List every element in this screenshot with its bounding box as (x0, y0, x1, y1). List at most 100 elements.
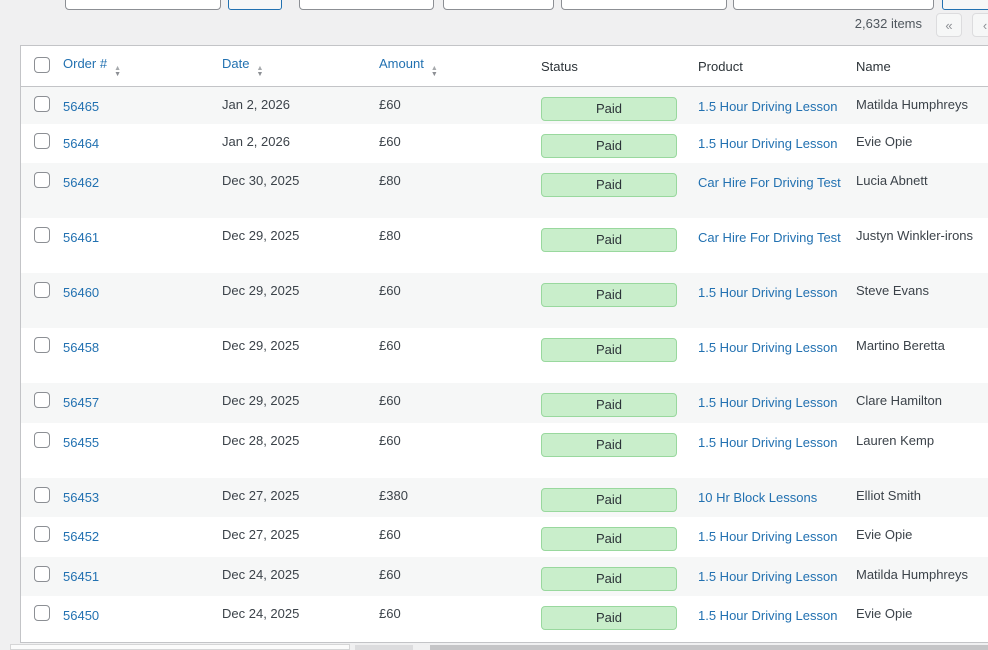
filter-control-4[interactable] (561, 0, 727, 10)
customer-name: Lauren Kemp (856, 432, 935, 448)
order-amount: £380 (379, 487, 408, 503)
cell-name: Matilda Humphreys (846, 87, 988, 124)
filter-control-5[interactable] (733, 0, 934, 10)
product-link[interactable]: 1.5 Hour Driving Lesson (698, 99, 837, 114)
sort-arrows-icon: ▲ ▼ (430, 65, 438, 78)
order-amount: £80 (379, 227, 401, 243)
product-link[interactable]: 1.5 Hour Driving Lesson (698, 285, 837, 300)
cell-status: Paid (531, 557, 688, 596)
status-badge: Paid (541, 566, 677, 591)
sort-by-date-link[interactable]: Date ▲ ▼ (222, 56, 263, 78)
row-checkbox[interactable] (34, 96, 50, 112)
row-checkbox[interactable] (34, 604, 50, 621)
order-link[interactable]: 56465 (63, 99, 99, 114)
cell-name: Lucia Abnett (846, 163, 988, 218)
cell-name: Justyn Winkler-irons (846, 218, 988, 273)
product-link[interactable]: Car Hire For Driving Test (698, 175, 841, 190)
order-amount: £60 (379, 133, 401, 149)
pagination-prev-button[interactable]: ‹ (972, 13, 988, 37)
order-link[interactable]: 56462 (63, 175, 99, 190)
orders-admin-page: 2,632 items « ‹ Order # ▲ ▼ Date ▲ ▼ Amo… (0, 0, 988, 650)
row-checkbox[interactable] (34, 132, 50, 149)
cell-product: 1.5 Hour Driving Lesson (688, 383, 846, 423)
cell-status: Paid (531, 478, 688, 517)
product-link[interactable]: 1.5 Hour Driving Lesson (698, 340, 837, 355)
customer-name: Steve Evans (856, 282, 929, 298)
cell-order: 56465 (53, 87, 212, 124)
product-link[interactable]: 1.5 Hour Driving Lesson (698, 136, 837, 151)
order-date: Dec 30, 2025 (222, 172, 300, 188)
select-all-checkbox[interactable] (34, 56, 50, 73)
row-checkbox[interactable] (34, 486, 50, 503)
order-link[interactable]: 56455 (63, 435, 99, 450)
filter-control-2[interactable] (299, 0, 434, 10)
sort-by-order-link[interactable]: Order # ▲ ▼ (63, 56, 121, 78)
order-link[interactable]: 56452 (63, 529, 99, 544)
orders-table-card: Order # ▲ ▼ Date ▲ ▼ Amount ▲ ▼ Status Product… (20, 45, 988, 643)
order-link[interactable]: 56458 (63, 340, 99, 355)
cell-checkbox (21, 596, 53, 643)
horizontal-scrollbar-thumb[interactable] (430, 645, 988, 650)
filter-control-1[interactable] (65, 0, 221, 10)
status-badge: Paid (541, 133, 677, 158)
cell-status: Paid (531, 383, 688, 423)
cell-status: Paid (531, 124, 688, 163)
cell-order: 56453 (53, 478, 212, 517)
status-badge: Paid (541, 392, 677, 417)
cell-date: Jan 2, 2026 (212, 87, 369, 124)
row-checkbox[interactable] (34, 171, 50, 188)
sort-by-amount-link[interactable]: Amount ▲ ▼ (379, 56, 438, 78)
order-link[interactable]: 56461 (63, 230, 99, 245)
cell-order: 56450 (53, 596, 212, 643)
cell-checkbox (21, 423, 53, 478)
cell-date: Dec 30, 2025 (212, 163, 369, 218)
header-cell-date: Date ▲ ▼ (212, 46, 369, 87)
customer-name: Matilda Humphreys (856, 566, 968, 582)
cell-name: Elliot Smith (846, 478, 988, 517)
order-link[interactable]: 56451 (63, 569, 99, 584)
order-date: Dec 24, 2025 (222, 605, 300, 621)
product-link[interactable]: 1.5 Hour Driving Lesson (698, 395, 837, 410)
cell-checkbox (21, 124, 53, 163)
sort-arrows-icon: ▲ ▼ (114, 65, 122, 78)
row-checkbox[interactable] (34, 226, 50, 243)
order-date: Dec 29, 2025 (222, 227, 300, 243)
product-link[interactable]: Car Hire For Driving Test (698, 230, 841, 245)
row-checkbox[interactable] (34, 525, 50, 542)
apply-button[interactable] (228, 0, 282, 10)
order-amount: £60 (379, 432, 401, 448)
row-checkbox[interactable] (34, 336, 50, 353)
header-cell-product: Product (688, 46, 846, 87)
product-link[interactable]: 10 Hr Block Lessons (698, 490, 817, 505)
pagination-first-button[interactable]: « (936, 13, 962, 37)
column-label: Amount (379, 56, 424, 71)
order-amount: £80 (379, 172, 401, 188)
order-link[interactable]: 56450 (63, 608, 99, 623)
row-checkbox[interactable] (34, 281, 50, 298)
product-link[interactable]: 1.5 Hour Driving Lesson (698, 435, 837, 450)
filter-button[interactable] (942, 0, 988, 10)
cell-checkbox (21, 87, 53, 124)
order-link[interactable]: 56460 (63, 285, 99, 300)
row-checkbox[interactable] (34, 431, 50, 448)
cell-product: 1.5 Hour Driving Lesson (688, 423, 846, 478)
cell-amount: £60 (369, 383, 531, 423)
table-row: 56457 Dec 29, 2025 £60 Paid 1.5 Hour Dri… (21, 382, 988, 423)
customer-name: Evie Opie (856, 133, 913, 149)
product-link[interactable]: 1.5 Hour Driving Lesson (698, 608, 837, 623)
cell-name: Evie Opie (846, 596, 988, 643)
order-link[interactable]: 56453 (63, 490, 99, 505)
row-checkbox[interactable] (34, 565, 50, 582)
cell-status: Paid (531, 328, 688, 383)
cell-amount: £60 (369, 87, 531, 124)
product-link[interactable]: 1.5 Hour Driving Lesson (698, 569, 837, 584)
order-amount: £60 (379, 605, 401, 621)
product-link[interactable]: 1.5 Hour Driving Lesson (698, 529, 837, 544)
horizontal-scrollbar-track[interactable] (10, 644, 350, 650)
order-link[interactable]: 56464 (63, 136, 99, 151)
order-link[interactable]: 56457 (63, 395, 99, 410)
row-checkbox[interactable] (34, 391, 50, 408)
order-amount: £60 (379, 566, 401, 582)
horizontal-scrollbar-segment[interactable] (355, 645, 413, 650)
filter-control-3[interactable] (443, 0, 554, 10)
